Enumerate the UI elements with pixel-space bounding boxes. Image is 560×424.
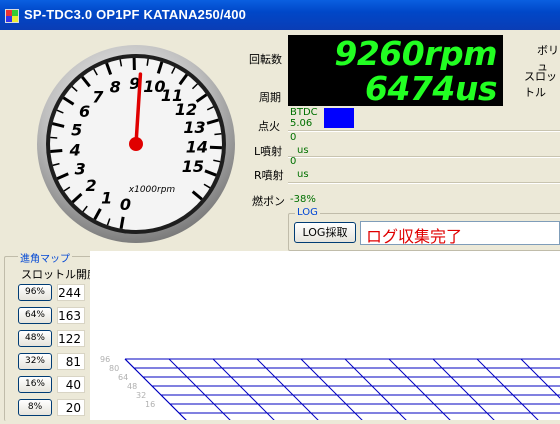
fuel-pump-value: -38% [290, 195, 316, 205]
gauge-minor-tick [50, 137, 57, 138]
r-injection-unit: us [297, 170, 309, 180]
map-axis-label: 32 [136, 391, 146, 400]
period-label: 周期 [259, 89, 281, 105]
gauge-major-tick [210, 147, 222, 148]
ignition-bar [324, 108, 354, 128]
advance-value-96: 244 [57, 284, 85, 301]
throttle-64-button[interactable]: 64% [18, 307, 52, 324]
map-axis-label: 64 [118, 373, 128, 382]
gauge-tick-label: 4 [69, 140, 81, 159]
map-axis-label: 96 [100, 355, 110, 364]
needle-hub [129, 137, 143, 151]
gauge-tick-label: 7 [92, 87, 104, 106]
advance-map-grid: 968064483216 [90, 251, 560, 420]
gauge-tick-label: 13 [183, 118, 205, 137]
ignition-label: 点火 [258, 118, 280, 134]
l-injection-label: L噴射 [254, 143, 282, 159]
r-injection-label: R噴射 [254, 167, 284, 183]
r-injection-value: 0 [290, 157, 296, 167]
map-axis-label: 48 [127, 382, 137, 391]
gauge-tick-label: 14 [186, 138, 208, 157]
l-injection-value: 0 [290, 133, 296, 143]
advance-value-8: 20 [57, 399, 85, 416]
l-injection-unit: us [297, 146, 309, 156]
divider [288, 182, 560, 184]
gauge-unit-label: x1000rpm [128, 185, 176, 195]
fuel-pump-label: 燃ポン [252, 193, 285, 209]
gauge-major-tick [50, 150, 62, 151]
throttle-opening-label: スロットル開度 [21, 266, 98, 282]
throttle-48-button[interactable]: 48% [18, 330, 52, 347]
gauge-tick-label: 0 [120, 195, 131, 214]
gauge-major-tick [121, 217, 123, 229]
window-title: SP-TDC3.0 OP1PF KATANA250/400 [24, 7, 246, 22]
period-display: 6474us [288, 70, 503, 106]
throttle-32-button[interactable]: 32% [18, 353, 52, 370]
gauge-tick-label: 6 [79, 102, 90, 121]
log-group-title: LOG [295, 207, 320, 218]
ignition-mode: BTDC [290, 108, 318, 118]
tachometer-gauge: 0123456789101112131415 x1000rpm [36, 44, 236, 244]
gauge-tick-label: 2 [85, 176, 96, 195]
throttle-side-label: スロットル [524, 68, 560, 100]
rpm-label: 回転数 [249, 51, 282, 67]
gauge-tick-label: 1 [101, 188, 112, 207]
ignition-value: 5.06 [290, 119, 312, 129]
gauge-minor-tick [147, 59, 148, 66]
title-bar: SP-TDC3.0 OP1PF KATANA250/400 [0, 0, 560, 30]
rpm-display: 9260rpm [288, 35, 503, 71]
throttle-8-button[interactable]: 8% [18, 399, 52, 416]
throttle-16-button[interactable]: 16% [18, 376, 52, 393]
advance-map-plot: 968064483216 [90, 251, 560, 420]
gauge-tick-label: 12 [175, 100, 197, 119]
advance-value-32: 81 [57, 353, 85, 370]
advance-value-48: 122 [57, 330, 85, 347]
gauge-minor-tick [214, 134, 221, 135]
log-status-text: ログ収集完了 [366, 223, 462, 247]
gauge-tick-label: 5 [71, 121, 82, 140]
app-icon [5, 8, 19, 22]
map-axis-label: 16 [145, 400, 155, 409]
gauge-tick-label: 15 [182, 157, 204, 176]
gauge-tick-label: 3 [75, 160, 86, 179]
advance-value-64: 163 [57, 307, 85, 324]
divider [288, 156, 560, 158]
advance-map-title: 進角マップ [18, 250, 72, 265]
throttle-96-button[interactable]: 96% [18, 284, 52, 301]
log-capture-button[interactable]: LOG採取 [294, 222, 356, 243]
advance-value-16: 40 [57, 376, 85, 393]
gauge-tick-label: 8 [110, 78, 121, 97]
map-axis-label: 80 [109, 364, 119, 373]
divider [288, 130, 560, 132]
